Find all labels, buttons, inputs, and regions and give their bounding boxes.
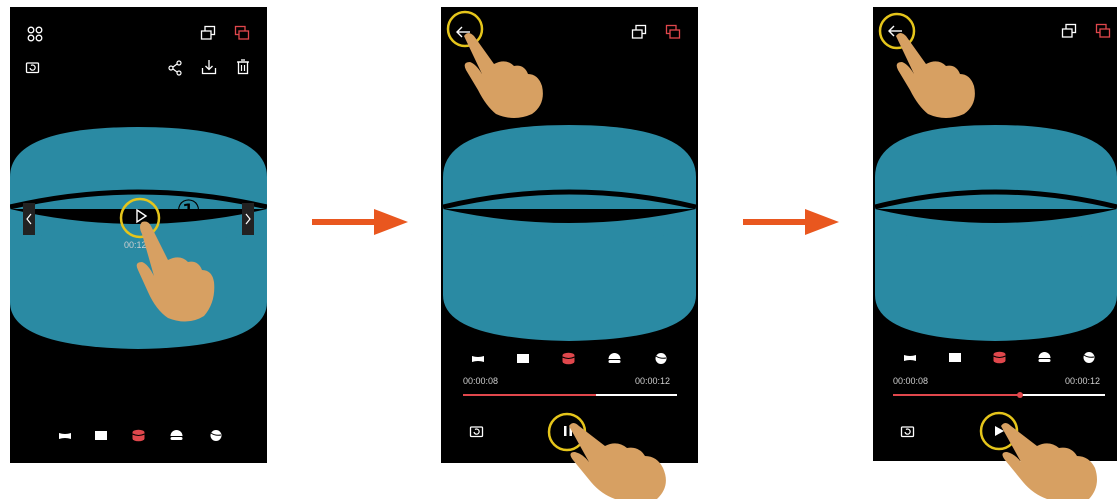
seek-bar[interactable] xyxy=(463,394,677,396)
sphere-icon[interactable] xyxy=(1082,351,1096,363)
chevron-right-icon xyxy=(245,213,251,225)
flow-arrow-2-icon xyxy=(743,209,839,235)
dome-icon[interactable] xyxy=(1038,351,1051,363)
apps-grid-icon[interactable] xyxy=(27,26,43,42)
rectangle-icon[interactable] xyxy=(95,431,107,440)
pointing-hand-icon xyxy=(569,423,666,499)
dome-icon[interactable] xyxy=(608,352,621,364)
seek-bar-progress xyxy=(893,394,1021,396)
sphere-icon[interactable] xyxy=(654,352,668,364)
sphere-icon[interactable] xyxy=(209,429,223,441)
next-button[interactable] xyxy=(242,203,254,235)
cylinder-icon[interactable] xyxy=(562,352,575,365)
total-time: 00:00:12 xyxy=(1065,376,1101,386)
download-icon[interactable] xyxy=(201,59,217,75)
elapsed-time: 00:00:08 xyxy=(463,376,499,386)
panorama-cylinder[interactable] xyxy=(873,117,1117,347)
prev-button[interactable] xyxy=(23,203,35,235)
dome-icon[interactable] xyxy=(170,429,183,441)
rotate-camera-icon[interactable] xyxy=(900,424,915,438)
elapsed-time: 00:00:08 xyxy=(893,376,929,386)
chevron-left-icon xyxy=(26,213,32,225)
cylinder-icon[interactable] xyxy=(993,351,1006,364)
pointing-hand-icon xyxy=(1001,423,1097,499)
share-icon[interactable] xyxy=(167,60,183,76)
flow-arrow-1-icon xyxy=(312,209,408,235)
copy-window-active-icon[interactable] xyxy=(234,25,250,41)
pointing-hand-icon xyxy=(464,33,543,118)
panorama-flat-icon[interactable] xyxy=(471,355,485,363)
seek-bar-progress xyxy=(463,394,596,396)
copy-window-active-icon[interactable] xyxy=(665,24,681,40)
panorama-flat-icon[interactable] xyxy=(903,354,917,362)
rectangle-icon[interactable] xyxy=(949,353,961,362)
rectangle-icon[interactable] xyxy=(517,354,529,363)
copy-window-icon[interactable] xyxy=(631,24,647,40)
trash-icon[interactable] xyxy=(236,59,250,75)
copy-window-active-icon[interactable] xyxy=(1095,23,1111,39)
panorama-flat-icon[interactable] xyxy=(58,432,72,440)
rotate-camera-icon[interactable] xyxy=(25,60,40,74)
pointing-hand-icon xyxy=(896,33,975,118)
copy-window-icon[interactable] xyxy=(1061,23,1077,39)
seek-bar[interactable] xyxy=(893,392,1105,398)
copy-window-icon[interactable] xyxy=(200,25,216,41)
pointing-hand-icon xyxy=(136,221,215,322)
panorama-cylinder[interactable] xyxy=(441,117,698,347)
seek-bar-knob[interactable] xyxy=(1017,392,1024,398)
rotate-camera-icon[interactable] xyxy=(469,424,484,438)
cylinder-icon[interactable] xyxy=(132,429,145,442)
total-time: 00:00:12 xyxy=(635,376,671,386)
